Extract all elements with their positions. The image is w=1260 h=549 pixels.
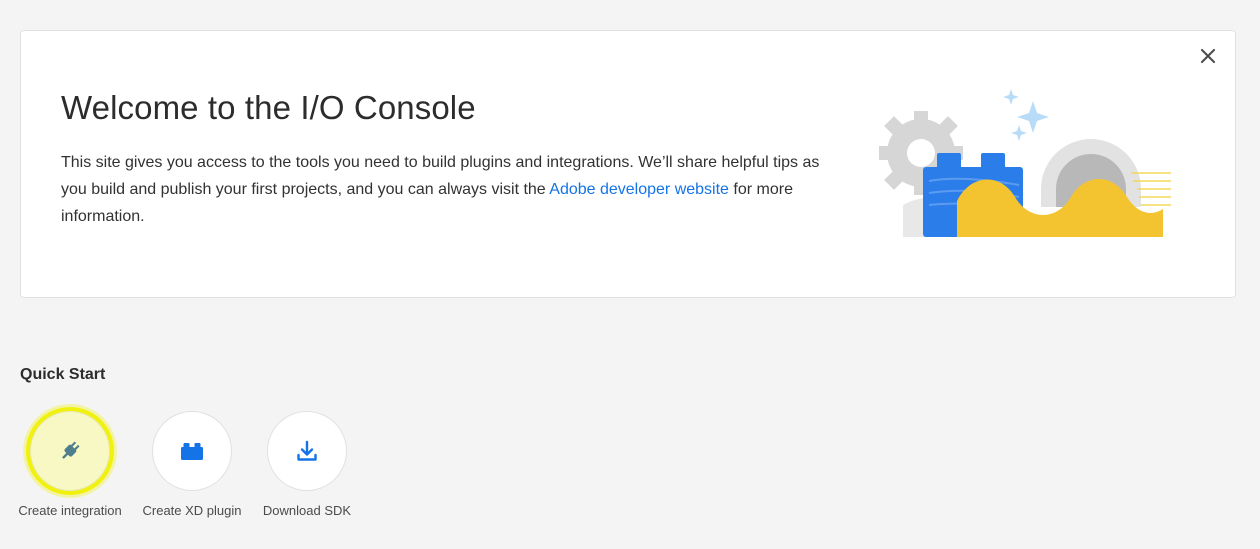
- plug-icon: [62, 441, 80, 459]
- create-integration-label: Create integration: [18, 503, 122, 518]
- create-integration-circle[interactable]: [30, 411, 110, 491]
- download-sdk-circle[interactable]: [267, 411, 347, 491]
- close-button[interactable]: [1195, 43, 1221, 69]
- adobe-developer-website-link[interactable]: Adobe developer website: [549, 181, 729, 198]
- create-integration-button[interactable]: Create integration: [5, 411, 135, 518]
- create-xd-plugin-button[interactable]: Create XD plugin: [127, 411, 257, 518]
- create-xd-plugin-label: Create XD plugin: [142, 503, 242, 518]
- download-icon: [297, 440, 317, 461]
- create-xd-plugin-circle[interactable]: [152, 411, 232, 491]
- download-sdk-button[interactable]: Download SDK: [242, 411, 372, 518]
- close-icon: [1201, 49, 1215, 63]
- welcome-illustration: [879, 89, 1171, 237]
- page-title: Welcome to the I/O Console: [61, 89, 476, 126]
- quick-start-heading: Quick Start: [20, 366, 106, 383]
- welcome-card: Welcome to the I/O Console This site giv…: [20, 30, 1236, 298]
- welcome-description: This site gives you access to the tools …: [61, 149, 831, 230]
- plugin-block-icon: [181, 443, 203, 460]
- download-sdk-label: Download SDK: [262, 503, 352, 518]
